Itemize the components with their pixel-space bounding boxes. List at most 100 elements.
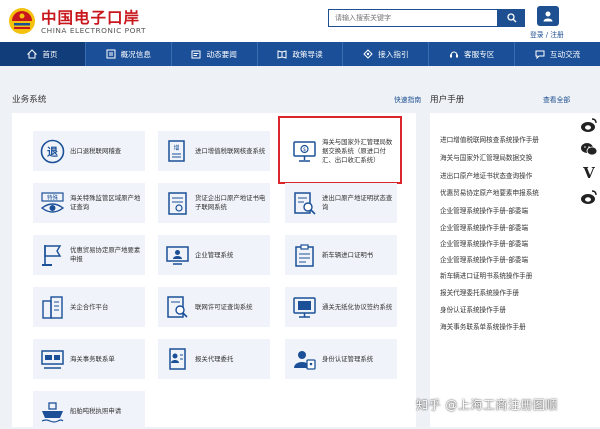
card-special-zone-origin[interactable]: 特殊 海关特殊监管区域原产地证查询 [33, 183, 145, 223]
document-search-icon [292, 191, 317, 216]
card-label: 联网许可证查询系统 [195, 302, 253, 311]
card-declaration-delegation[interactable]: 报关代理委托 [158, 339, 270, 379]
svg-text:特殊: 特殊 [47, 193, 59, 201]
manual-item[interactable]: 企业管理系统操作手册-部委端 [440, 205, 528, 215]
nav-interaction[interactable]: 互动交流 [515, 42, 600, 66]
policy-icon [277, 50, 287, 59]
card-label: 船舶吨税执照申请 [70, 406, 122, 415]
card-label: 进出口原产地证明状态查询 [322, 194, 393, 211]
card-label: 进口增值税联网核查系统 [195, 146, 266, 155]
card-vehicle-import-certificate[interactable]: 新车辆进口证明书 [285, 235, 397, 275]
service-icon [450, 51, 459, 58]
business-section-title: 业务系统 [12, 95, 47, 105]
manual-item[interactable]: 海关事务联系单系统操作手册 [440, 321, 526, 331]
nav-policy-label: 政策导读 [292, 49, 323, 59]
wechat-icon[interactable] [578, 138, 600, 160]
card-identity-auth[interactable]: 身份认证管理系统 [285, 339, 397, 379]
view-all-link[interactable]: 查看全部 [543, 94, 570, 104]
ship-icon [40, 399, 65, 424]
user-icon [543, 11, 553, 22]
manual-item[interactable]: 新车辆进口证明书系统操作手册 [440, 270, 532, 280]
manual-item[interactable]: 企业管理系统操作手册-部委端 [440, 222, 528, 232]
login-button[interactable] [537, 6, 559, 26]
login-register-link[interactable]: 登录 / 注册 [530, 29, 564, 39]
search-input[interactable] [328, 9, 498, 27]
nav-overview-label: 概况信息 [120, 49, 151, 59]
vine-icon[interactable]: V [578, 162, 600, 184]
card-customs-forex-exchange[interactable]: $ 海关与国家外汇管理局数据交换系统（原进口付汇、出口收汇系统） [285, 131, 397, 171]
manual-section-title: 用户手册 [430, 95, 465, 105]
manual-item[interactable]: 报关代理委托系统操作手册 [440, 287, 519, 297]
manual-item[interactable]: 海关与国家外汇管理局数据交换 [440, 152, 532, 162]
manual-item[interactable]: 身份认证系统操作手册 [440, 304, 506, 314]
card-label: 企业管理系统 [195, 250, 234, 259]
card-label: 货证企出口原产地证书电子联网系统 [195, 194, 266, 211]
nav-news[interactable]: 动态要闻 [172, 42, 258, 66]
clipboard-icon [292, 243, 317, 268]
card-import-vat[interactable]: 增 进口增值税联网核查系统 [158, 131, 270, 171]
svg-text:$: $ [303, 147, 306, 153]
main-nav: 首页 概况信息 动态要闻 政策导读 接入指引 客服专区 互动交流 [0, 42, 600, 66]
nav-policy[interactable]: 政策导读 [258, 42, 344, 66]
eye-icon: 特殊 [40, 191, 65, 216]
manual-item[interactable]: 优惠贸易协定原产地要素申报系统 [440, 187, 539, 197]
card-label: 优惠贸易协定原产地要素申报 [70, 246, 141, 263]
identity-icon [292, 347, 317, 372]
logo-title-cn: 中国电子口岸 [41, 9, 141, 27]
card-origin-certificate-network[interactable]: 货证企出口原产地证书电子联网系统 [158, 183, 270, 223]
enterprise-icon [165, 243, 190, 268]
card-paperless-contract[interactable]: 通关无纸化协议签约系统 [285, 287, 397, 327]
card-customs-enterprise-platform[interactable]: 关企合作平台 [33, 287, 145, 327]
card-label: 身份认证管理系统 [322, 354, 374, 363]
weibo-icon[interactable] [578, 186, 600, 208]
quick-guide-link[interactable]: 快速指南 [394, 94, 421, 104]
card-origin-certificate-status[interactable]: 进出口原产地证明状态查询 [285, 183, 397, 223]
card-export-tax-refund[interactable]: 退 出口退税联网稽查 [33, 131, 145, 171]
info-icon [106, 49, 116, 59]
manual-item[interactable]: 企业管理系统操作手册-部委端 [440, 238, 528, 248]
nav-guide-label: 接入指引 [378, 49, 409, 59]
card-enterprise-management[interactable]: 企业管理系统 [158, 235, 270, 275]
card-label: 出口退税联网稽查 [70, 146, 122, 155]
card-customs-contact-sheet[interactable]: 海关事务联系单 [33, 339, 145, 379]
card-label: 新车辆进口证明书 [322, 250, 374, 259]
manual-item[interactable]: 进口增值税联网核查系统操作手册 [440, 134, 539, 144]
nav-guide[interactable]: 接入指引 [343, 42, 430, 66]
nav-news-label: 动态要闻 [206, 49, 237, 59]
watermark: 知乎 @上海工商注册图顺 [416, 398, 558, 412]
manual-item[interactable]: 进出口原产地证书状态查询操作 [440, 170, 532, 180]
card-preferential-trade-origin[interactable]: 优惠贸易协定原产地要素申报 [33, 235, 145, 275]
header: 中国电子口岸 CHINA ELECTRONIC PORT 登录 / 注册 [0, 0, 600, 42]
card-label: 报关代理委托 [195, 354, 234, 363]
manual-item[interactable]: 企业管理系统操作手册-部委端 [440, 254, 528, 264]
nav-home-label: 首页 [42, 49, 58, 59]
svg-text:退: 退 [47, 144, 58, 158]
contract-icon [292, 295, 317, 320]
news-icon [191, 50, 201, 59]
card-label: 海关与国家外汇管理局数据交换系统（原进口付汇、出口收汇系统） [322, 137, 393, 164]
nav-overview[interactable]: 概况信息 [86, 42, 172, 66]
delegation-icon [165, 347, 190, 372]
weibo-icon[interactable] [578, 114, 600, 136]
home-icon [27, 49, 38, 59]
svg-text:V: V [582, 164, 595, 182]
flag-icon [40, 243, 65, 268]
tax-refund-icon: 退 [40, 139, 65, 164]
guide-icon [363, 49, 373, 59]
card-label: 海关事务联系单 [70, 354, 115, 363]
card-label: 关企合作平台 [70, 302, 109, 311]
search-icon [506, 13, 516, 23]
china-eport-logo-icon[interactable] [8, 6, 36, 36]
vat-icon: 增 [165, 139, 190, 164]
search-button[interactable] [498, 9, 525, 27]
card-ship-tonnage-tax[interactable]: 船舶吨税执照申请 [33, 391, 145, 429]
nav-service[interactable]: 客服专区 [429, 42, 516, 66]
nav-home[interactable]: 首页 [0, 42, 86, 66]
monitor-icon: $ [292, 139, 317, 164]
chat-icon [535, 50, 545, 59]
card-license-query[interactable]: 联网许可证查询系统 [158, 287, 270, 327]
certificate-icon [165, 191, 190, 216]
license-search-icon [165, 295, 190, 320]
building-icon [40, 295, 65, 320]
card-label: 海关特殊监管区域原产地证查询 [70, 194, 141, 211]
